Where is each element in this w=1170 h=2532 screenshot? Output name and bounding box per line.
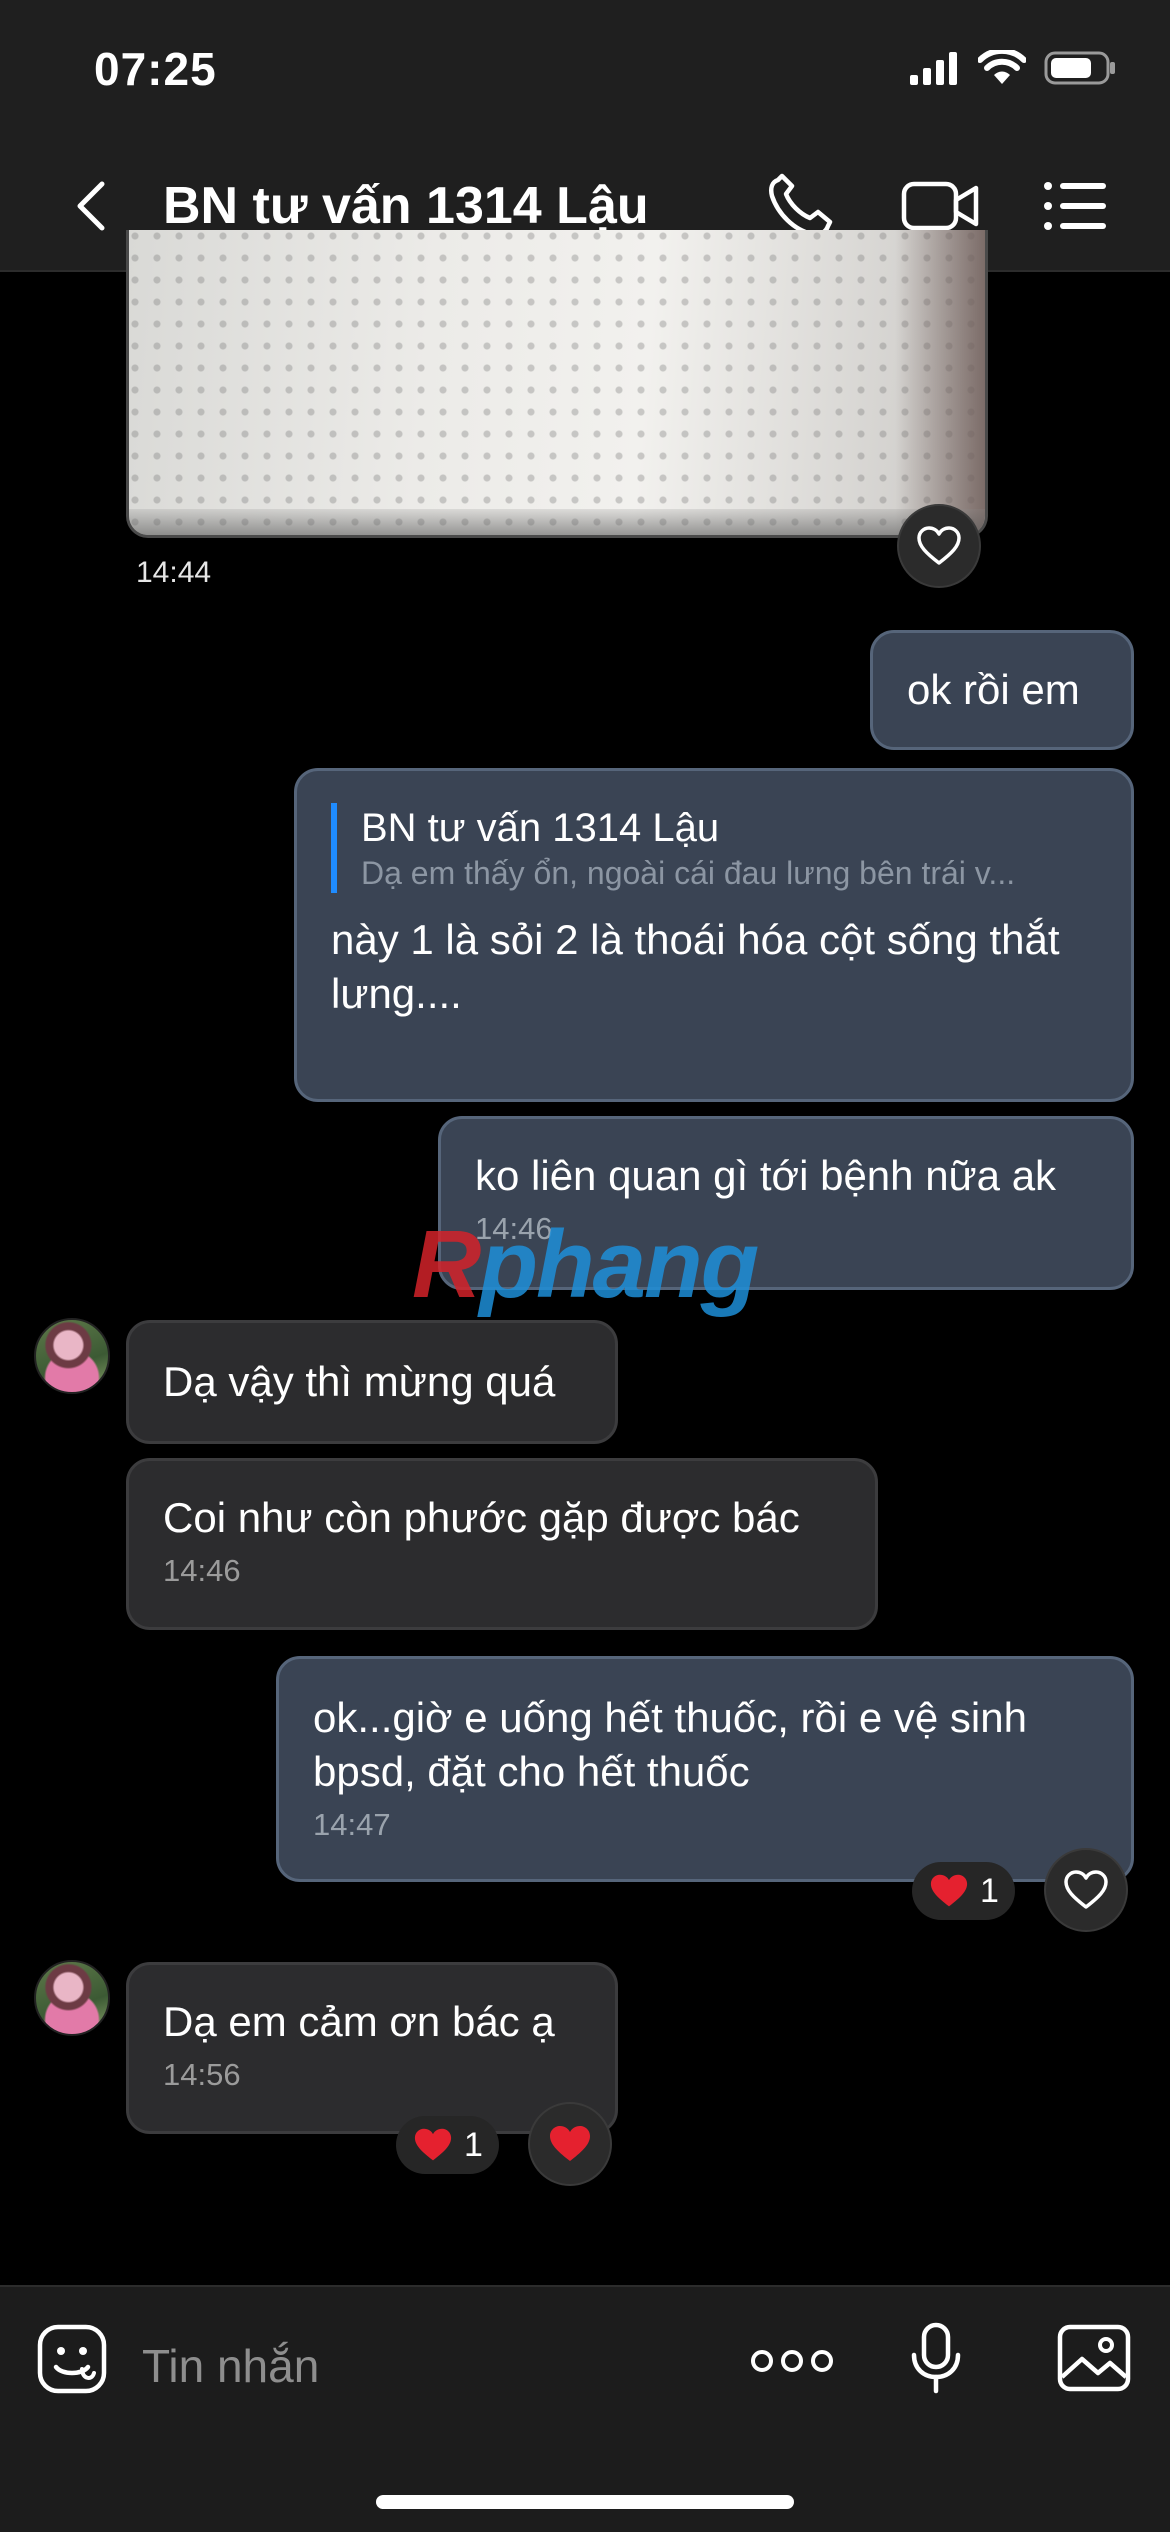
more-options-icon[interactable]	[750, 2343, 834, 2379]
message-text: này 1 là sỏi 2 là thoái hóa cột sống thắ…	[331, 916, 1060, 1017]
chat-title[interactable]: BN tư vấn 1314 Lậu	[163, 176, 649, 236]
wifi-icon	[978, 50, 1026, 84]
message-text: Dạ vậy thì mừng quá	[163, 1358, 556, 1405]
message-text: Coi như còn phước gặp được bác	[163, 1494, 800, 1541]
outgoing-message[interactable]: ok rồi em	[870, 630, 1134, 750]
message-text: Dạ em cảm ơn bác ạ	[163, 1998, 555, 2045]
incoming-message[interactable]: Dạ em cảm ơn bác ạ 14:56	[126, 1962, 618, 2134]
quoted-text: Dạ em thấy ổn, ngoài cái đau lưng bên tr…	[361, 855, 1016, 891]
react-heart-button[interactable]	[897, 504, 981, 588]
outgoing-message[interactable]: ok...giờ e uống hết thuốc, rồi e vệ sinh…	[276, 1656, 1134, 1882]
sticker-emoji-icon[interactable]	[36, 2323, 108, 2395]
message-input[interactable]: Tin nhắn	[142, 2339, 319, 2393]
contact-avatar[interactable]	[34, 1318, 110, 1394]
gallery-image-icon[interactable]	[1056, 2323, 1132, 2393]
contact-avatar[interactable]	[34, 1960, 110, 2036]
cellular-signal-icon	[910, 52, 957, 85]
heart-outline-icon	[1064, 1870, 1108, 1909]
battery-icon	[1044, 51, 1115, 85]
message-text: ko liên quan gì tới bệnh nữa ak	[475, 1152, 1057, 1199]
reaction-count: 1	[980, 1871, 999, 1910]
react-heart-button[interactable]	[528, 2102, 612, 2186]
outgoing-reply-message[interactable]: BN tư vấn 1314 Lậu Dạ em thấy ổn, ngoài …	[294, 768, 1134, 1102]
message-time: 14:56	[163, 2057, 241, 2092]
heart-filled-icon	[550, 2126, 590, 2161]
back-icon[interactable]	[66, 178, 122, 234]
message-composer: Tin nhắn	[0, 2285, 1170, 2532]
heart-filled-icon	[414, 2128, 452, 2161]
incoming-message[interactable]: Coi như còn phước gặp được bác 14:46	[126, 1458, 878, 1630]
microphone-icon[interactable]	[908, 2321, 964, 2397]
photo-message[interactable]	[126, 230, 988, 538]
message-time: 14:47	[313, 1807, 391, 1842]
message-time: 14:44	[126, 550, 222, 596]
watermark-logo: Rphang	[412, 1211, 759, 1318]
status-icons	[908, 50, 1116, 86]
home-indicator	[376, 2495, 794, 2509]
message-text: ok...giờ e uống hết thuốc, rồi e vệ sinh…	[313, 1694, 1027, 1795]
quoted-message[interactable]: BN tư vấn 1314 Lậu Dạ em thấy ổn, ngoài …	[331, 803, 1097, 893]
heart-outline-icon	[917, 526, 961, 565]
quoted-sender: BN tư vấn 1314 Lậu	[361, 806, 720, 850]
incoming-message[interactable]: Dạ vậy thì mừng quá	[126, 1320, 618, 1444]
menu-list-icon[interactable]	[1040, 172, 1110, 240]
message-time: 14:46	[163, 1553, 241, 1588]
react-heart-button[interactable]	[1044, 1848, 1128, 1932]
reaction-count: 1	[464, 2125, 483, 2164]
heart-filled-icon	[930, 1874, 968, 1907]
chat-screen: 07:25 BN tư vấn 1314 Lậu 14:44 ok rồi em…	[0, 0, 1170, 2532]
status-time: 07:25	[94, 43, 217, 95]
reaction-summary[interactable]: 1	[396, 2116, 499, 2174]
reaction-summary[interactable]: 1	[912, 1862, 1015, 1920]
message-text: ok rồi em	[907, 666, 1080, 713]
